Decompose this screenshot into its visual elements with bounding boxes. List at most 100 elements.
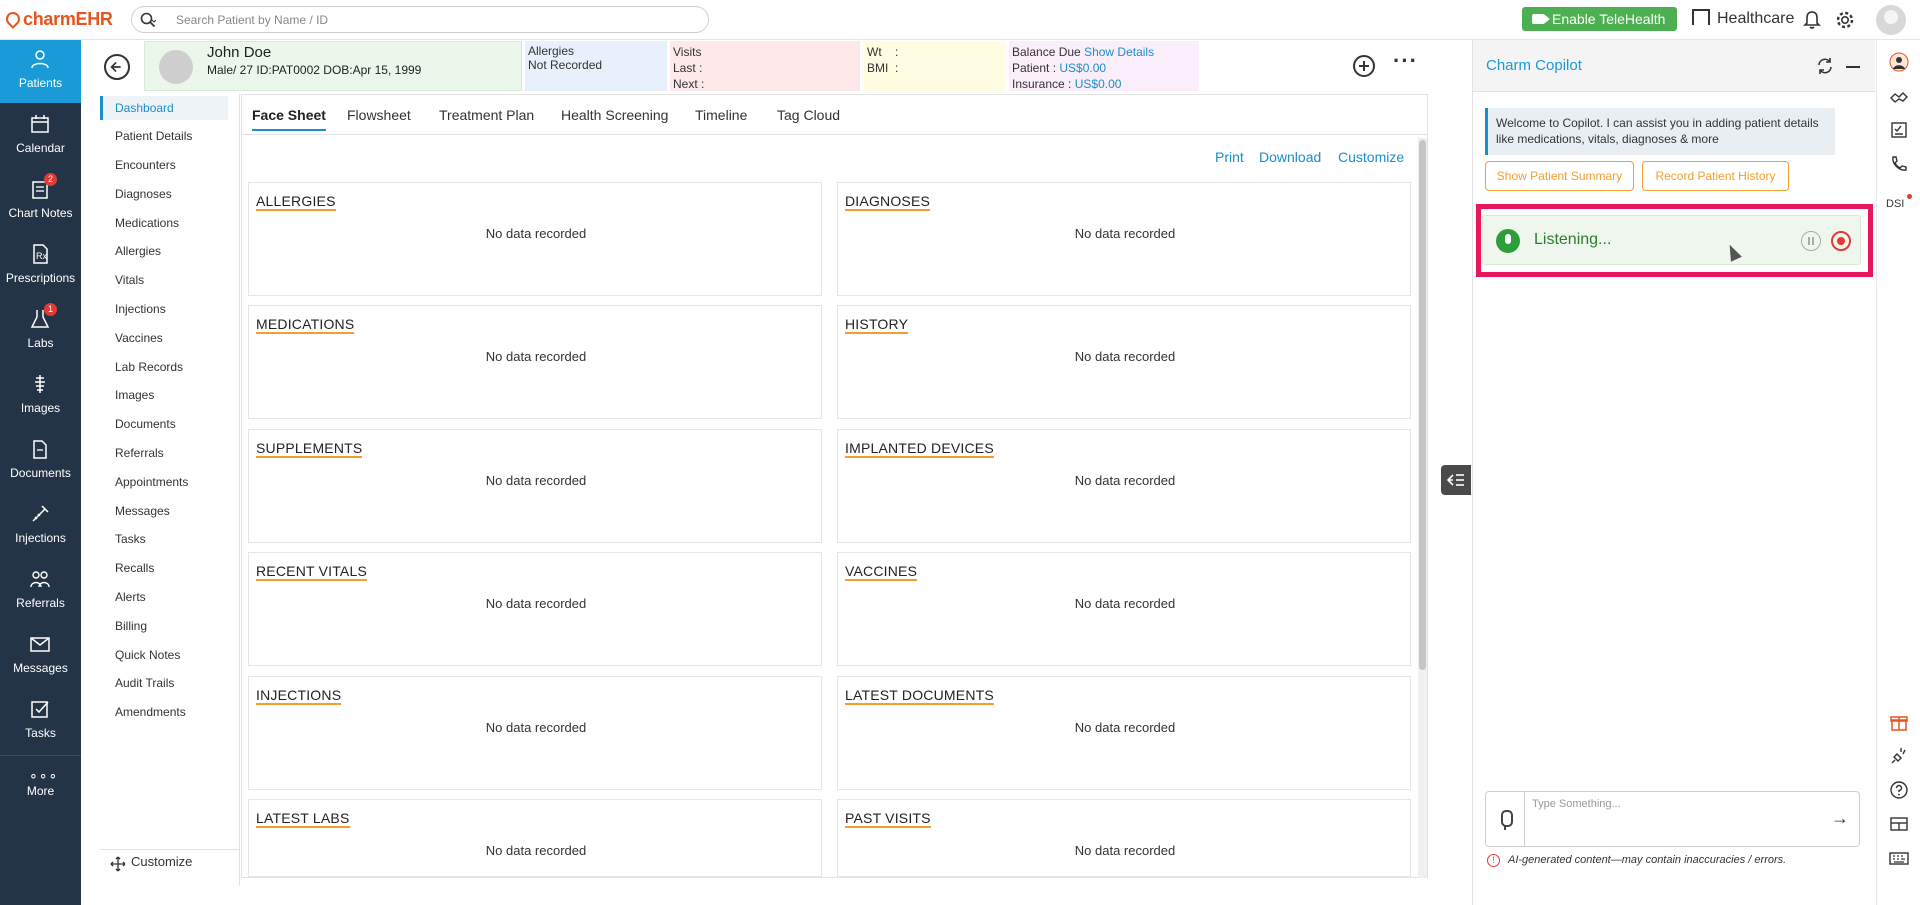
allergies-summary[interactable]: Allergies Not Recorded [525,41,667,91]
allergies-card: ALLERGIES No data recorded [248,182,822,296]
vitals-summary[interactable]: Wt : BMI : [864,41,1006,91]
tab-treatment-plan[interactable]: Treatment Plan [439,107,534,123]
send-arrow-icon[interactable]: → [1831,809,1851,828]
subnav-patient-details[interactable]: Patient Details [100,124,228,148]
search-icon [140,12,156,28]
injections-card: INJECTIONS No data recorded [248,676,822,790]
subnav-quick-notes[interactable]: Quick Notes [100,643,228,667]
show-details-link[interactable]: Show Details [1084,45,1154,59]
nav-tasks[interactable]: Tasks [0,690,81,753]
nav-messages[interactable]: Messages [0,625,81,688]
nav-prescriptions[interactable]: Rx Prescriptions [0,235,81,298]
patient-name: John Doe [207,44,272,61]
nav-calendar[interactable]: Calendar [0,105,81,168]
organization-selector[interactable]: Healthcare [1692,9,1794,28]
patient-avatar [159,50,193,84]
customize-subnav-button[interactable]: Customize [100,849,240,879]
refresh-icon[interactable] [1816,57,1834,75]
subnav-referrals[interactable]: Referrals [100,441,228,465]
subnav-dashboard[interactable]: Dashboard [100,96,228,120]
copilot-header: Charm Copilot [1473,40,1875,92]
tab-health-screening[interactable]: Health Screening [561,107,668,123]
handshake-icon[interactable] [1889,86,1909,106]
nav-patients[interactable]: Patients [0,40,81,103]
nav-injections[interactable]: Injections [0,495,81,558]
bell-icon[interactable] [1803,10,1821,30]
visits-summary[interactable]: Visits Last : Next : [670,41,860,91]
subnav-tasks[interactable]: Tasks [100,527,228,551]
enable-telehealth-button[interactable]: Enable TeleHealth [1522,7,1677,31]
layout-icon[interactable] [1889,814,1909,834]
subnav-vitals[interactable]: Vitals [100,268,228,292]
pause-icon[interactable] [1801,231,1821,251]
tab-tag-cloud[interactable]: Tag Cloud [777,107,840,123]
calendar-icon [31,115,49,133]
download-link[interactable]: Download [1259,149,1321,165]
minimize-icon[interactable] [1846,66,1860,68]
more-dots-icon: ∘∘∘ [29,767,59,783]
checklist-icon[interactable] [1889,120,1909,140]
vaccines-card: VACCINES No data recorded [837,552,1411,666]
patient-card[interactable]: John Doe Male/ 27 ID:PAT0002 DOB:Apr 15,… [144,41,522,91]
nav-more[interactable]: ∘∘∘ More [0,755,81,818]
help-icon[interactable] [1889,780,1909,800]
tab-face-sheet[interactable]: Face Sheet [252,107,326,131]
subnav-appointments[interactable]: Appointments [100,470,228,494]
subnav-recalls[interactable]: Recalls [100,556,228,580]
subnav-injections[interactable]: Injections [100,297,228,321]
nav-chart-notes[interactable]: 2 Chart Notes [0,170,81,233]
show-patient-summary-button[interactable]: Show Patient Summary [1485,161,1634,191]
dsi-label[interactable]: DSI [1886,198,1904,210]
images-icon [35,375,45,393]
gear-icon[interactable] [1834,9,1856,31]
patient-search-box[interactable] [131,6,709,33]
subnav-lab-records[interactable]: Lab Records [100,355,228,379]
main-scrollbar-thumb[interactable] [1419,140,1426,670]
subnav-amendments[interactable]: Amendments [100,700,228,724]
collapse-panel-button[interactable] [1441,465,1471,495]
nav-labs[interactable]: 1 Labs [0,300,81,363]
subnav-billing[interactable]: Billing [100,614,228,638]
nav-documents[interactable]: Documents [0,430,81,493]
subnav-images[interactable]: Images [100,383,228,407]
subnav-allergies[interactable]: Allergies [100,239,228,263]
copilot-message-input[interactable] [1532,798,1812,838]
print-link[interactable]: Print [1215,149,1244,165]
record-patient-history-button[interactable]: Record Patient History [1642,161,1789,191]
implanted-devices-card: IMPLANTED DEVICES No data recorded [837,429,1411,543]
patients-icon [31,50,49,69]
more-options-icon[interactable]: ··· [1393,50,1419,76]
subnav-encounters[interactable]: Encounters [100,153,228,177]
subnav-medications[interactable]: Medications [100,211,228,235]
customize-link[interactable]: Customize [1338,149,1404,165]
subnav-alerts[interactable]: Alerts [100,585,228,609]
keyboard-icon[interactable] [1889,848,1909,868]
subnav-audit-trails[interactable]: Audit Trails [100,671,228,695]
phone-icon[interactable] [1889,154,1909,174]
tab-flowsheet[interactable]: Flowsheet [347,107,411,123]
user-avatar[interactable] [1876,5,1906,35]
charm-logo[interactable]: charmEHR [3,9,113,30]
add-button[interactable] [1353,55,1375,77]
tab-timeline[interactable]: Timeline [695,107,747,123]
voice-input-icon[interactable] [1486,792,1525,846]
gift-icon[interactable] [1889,712,1909,732]
back-button[interactable] [104,54,130,80]
nav-images[interactable]: Images [0,365,81,428]
listening-text: Listening... [1534,231,1612,248]
stop-recording-icon[interactable] [1831,231,1851,251]
latest-labs-card: LATEST LABS No data recorded [248,799,822,877]
copilot-title: Charm Copilot [1486,57,1582,74]
plug-icon[interactable] [1889,746,1909,766]
subnav-vaccines[interactable]: Vaccines [100,326,228,350]
chart-notes-badge: 2 [44,173,57,186]
balance-summary: Balance Due Show Details Patient : US$0.… [1009,41,1199,91]
search-input[interactable] [176,11,676,29]
subnav-documents[interactable]: Documents [100,412,228,436]
subnav-messages[interactable]: Messages [100,499,228,523]
copilot-avatar-icon[interactable] [1889,52,1909,72]
history-card: HISTORY No data recorded [837,305,1411,419]
copilot-welcome-message: Welcome to Copilot. I can assist you in … [1485,108,1835,155]
nav-referrals[interactable]: Referrals [0,560,81,623]
subnav-diagnoses[interactable]: Diagnoses [100,182,228,206]
